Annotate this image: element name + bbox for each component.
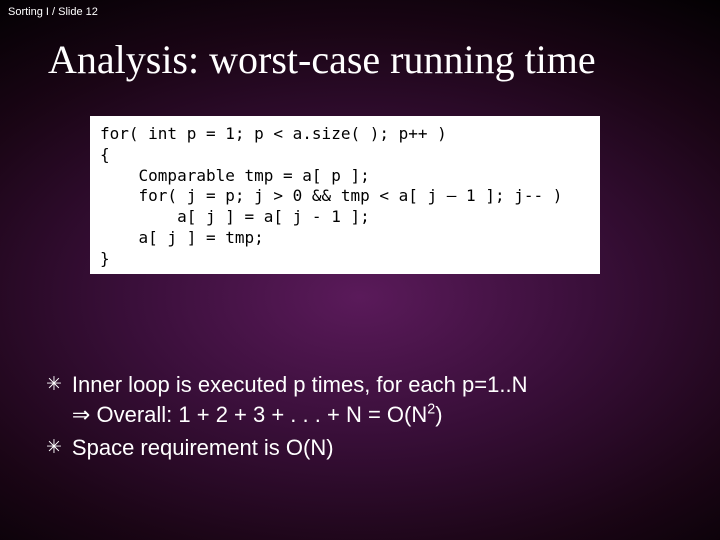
bullet-1: ✳ Inner loop is executed p times, for ea… — [46, 370, 680, 429]
bullet-2-body: Space requirement is O(N) — [72, 433, 680, 463]
slide-title: Analysis: worst-case running time — [48, 36, 596, 83]
code-line-7: } — [100, 249, 110, 268]
code-line-6: a[ j ] = tmp; — [100, 228, 264, 247]
code-line-1: for( int p = 1; p < a.size( ); p++ ) — [100, 124, 447, 143]
bullet-2-text: Space requirement is O(N) — [72, 435, 334, 460]
code-line-5: a[ j ] = a[ j - 1 ]; — [100, 207, 370, 226]
code-line-3: Comparable tmp = a[ p ]; — [100, 166, 370, 185]
bullet-list: ✳ Inner loop is executed p times, for ea… — [46, 370, 680, 467]
bullet-1-line-2b: ) — [435, 402, 442, 427]
header-text: Sorting I / Slide 12 — [8, 6, 98, 18]
bullet-1-body: Inner loop is executed p times, for each… — [72, 370, 680, 429]
code-block: for( int p = 1; p < a.size( ); p++ ) { C… — [90, 116, 600, 274]
asterisk-icon: ✳ — [46, 372, 62, 398]
code-line-2: { — [100, 145, 110, 164]
asterisk-icon: ✳ — [46, 435, 62, 461]
code-line-4: for( j = p; j > 0 && tmp < a[ j – 1 ]; j… — [100, 186, 562, 205]
bullet-1-sup: 2 — [427, 401, 435, 417]
arrow-icon: ⇒ — [72, 402, 90, 427]
bullet-2: ✳ Space requirement is O(N) — [46, 433, 680, 463]
bullet-1-line-1: Inner loop is executed p times, for each… — [72, 372, 528, 397]
bullet-1-line-2a: Overall: 1 + 2 + 3 + . . . + N = O(N — [90, 402, 427, 427]
slide-header: Sorting I / Slide 12 — [8, 6, 98, 18]
